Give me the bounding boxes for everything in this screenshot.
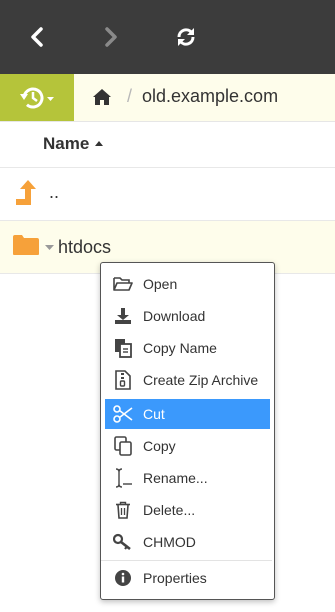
file-name: htdocs: [58, 237, 112, 257]
breadcrumb-separator: /: [127, 86, 133, 106]
copy-name-icon: [115, 339, 132, 358]
copy-icon: [114, 436, 132, 456]
menu-item-rename[interactable]: Rename...: [105, 463, 270, 493]
breadcrumb: / old.example.com: [0, 74, 335, 122]
back-button[interactable]: [18, 18, 56, 56]
sort-asc-icon: [95, 141, 104, 146]
refresh-icon: [177, 28, 195, 46]
history-button[interactable]: [0, 74, 74, 121]
menu-item-copy-name[interactable]: Copy Name: [105, 333, 270, 363]
menu-item-label: Copy Name: [143, 340, 217, 356]
menu-item-label: Delete...: [143, 502, 196, 518]
menu-item-label: Cut: [143, 406, 165, 422]
menu-item-label: Open: [143, 276, 178, 292]
menu-item-label: Copy: [143, 438, 176, 454]
download-icon: [115, 308, 131, 324]
breadcrumb-host[interactable]: old.example.com: [142, 86, 278, 107]
home-icon: [93, 89, 111, 105]
top-toolbar: [0, 0, 335, 74]
trash-icon: [116, 501, 130, 519]
menu-item-open[interactable]: Open: [105, 269, 270, 299]
text-cursor-icon: [115, 468, 132, 488]
menu-item-chmod[interactable]: CHMOD: [105, 527, 270, 557]
file-list-header: Name: [0, 122, 335, 168]
scissors-icon: [113, 405, 133, 423]
refresh-button[interactable]: [167, 18, 205, 56]
folder-open-icon: [113, 277, 133, 291]
menu-divider: [101, 560, 272, 561]
menu-item-label: Rename...: [143, 470, 208, 486]
chevron-left-icon: [31, 27, 43, 47]
chevron-right-icon: [105, 27, 117, 47]
key-icon: [113, 533, 131, 551]
context-menu: Open Download Copy Name Create Zip Archi…: [100, 262, 275, 600]
name-column-label: Name: [43, 134, 90, 153]
file-name: ..: [49, 182, 60, 202]
menu-item-create-zip[interactable]: Create Zip Archive: [105, 365, 270, 395]
list-item[interactable]: ..: [0, 168, 335, 221]
menu-item-download[interactable]: Download: [105, 301, 270, 331]
zip-file-icon: [115, 370, 131, 390]
menu-item-label: Properties: [143, 570, 207, 586]
forward-button[interactable]: [92, 18, 130, 56]
name-column-header[interactable]: Name: [43, 134, 104, 154]
menu-item-copy[interactable]: Copy: [105, 431, 270, 461]
menu-item-label: CHMOD: [143, 534, 196, 550]
history-icon: [20, 87, 54, 108]
menu-item-cut[interactable]: Cut: [105, 399, 270, 429]
info-icon: [115, 570, 131, 586]
home-button[interactable]: [92, 88, 112, 111]
menu-item-label: Create Zip Archive: [143, 372, 259, 388]
caret-down-icon[interactable]: [45, 245, 54, 251]
menu-item-properties[interactable]: Properties: [105, 563, 270, 593]
folder-icon: [13, 235, 39, 255]
level-up-icon: [16, 180, 36, 205]
menu-item-label: Download: [143, 308, 206, 324]
menu-item-delete[interactable]: Delete...: [105, 495, 270, 525]
